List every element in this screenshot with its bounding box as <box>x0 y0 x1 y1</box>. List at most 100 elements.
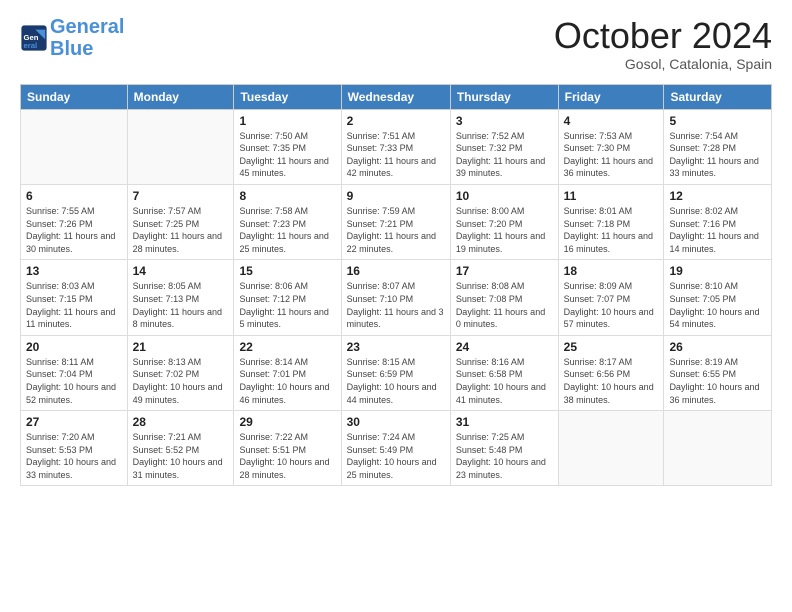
calendar-cell: 5Sunrise: 7:54 AM Sunset: 7:28 PM Daylig… <box>664 109 772 184</box>
day-info: Sunrise: 8:10 AM Sunset: 7:05 PM Dayligh… <box>669 280 766 330</box>
day-info: Sunrise: 8:00 AM Sunset: 7:20 PM Dayligh… <box>456 205 553 255</box>
calendar-cell: 18 Sunrise: 8:09 AM Sunset: 7:07 PM Dayli… <box>558 260 664 335</box>
day-info: Sunrise: 7:55 AM Sunset: 7:26 PM Dayligh… <box>26 205 122 255</box>
day-info: Sunrise: 7:50 AM Sunset: 7:35 PM Dayligh… <box>239 130 335 180</box>
calendar-cell: 24 Sunrise: 8:16 AM Sunset: 6:58 PM Dayli… <box>450 335 558 410</box>
day-info: Sunrise: 7:51 AM Sunset: 7:33 PM Dayligh… <box>347 130 445 180</box>
day-info: Sunrise: 8:01 AM Sunset: 7:18 PM Dayligh… <box>564 205 659 255</box>
day-info: Sunrise: 8:14 AM Sunset: 7:01 PM Dayligh… <box>239 356 335 406</box>
day-number: 31 <box>456 415 553 429</box>
calendar-cell: 1 Sunrise: 7:50 AM Sunset: 7:35 PM Daylig… <box>234 109 341 184</box>
header: Gen eral General Blue October 2024 Gosol… <box>20 16 772 72</box>
day-info: Sunrise: 8:05 AM Sunset: 7:13 PM Dayligh… <box>133 280 229 330</box>
day-number: 7 <box>133 189 229 203</box>
calendar-week-3: 13 Sunrise: 8:03 AM Sunset: 7:15 PM Dayli… <box>21 260 772 335</box>
day-number: 18 <box>564 264 659 278</box>
calendar-cell: 26 Sunrise: 8:19 AM Sunset: 6:55 PM Dayli… <box>664 335 772 410</box>
day-number: 16 <box>347 264 445 278</box>
calendar-cell: 29 Sunrise: 7:22 AM Sunset: 5:51 PM Dayli… <box>234 411 341 486</box>
day-info: Sunrise: 7:25 AM Sunset: 5:48 PM Dayligh… <box>456 431 553 481</box>
weekday-header-monday: Monday <box>127 84 234 109</box>
day-number: 27 <box>26 415 122 429</box>
calendar-cell: 19 Sunrise: 8:10 AM Sunset: 7:05 PM Dayli… <box>664 260 772 335</box>
calendar-cell <box>664 411 772 486</box>
day-number: 20 <box>26 340 122 354</box>
day-number: 22 <box>239 340 335 354</box>
day-info: Sunrise: 8:09 AM Sunset: 7:07 PM Dayligh… <box>564 280 659 330</box>
day-info: Sunrise: 7:57 AM Sunset: 7:25 PM Dayligh… <box>133 205 229 255</box>
day-info: Sunrise: 7:20 AM Sunset: 5:53 PM Dayligh… <box>26 431 122 481</box>
weekday-header-saturday: Saturday <box>664 84 772 109</box>
calendar-week-1: 1 Sunrise: 7:50 AM Sunset: 7:35 PM Daylig… <box>21 109 772 184</box>
weekday-header-wednesday: Wednesday <box>341 84 450 109</box>
day-number: 1 <box>239 114 335 128</box>
calendar-cell: 2 Sunrise: 7:51 AM Sunset: 7:33 PM Daylig… <box>341 109 450 184</box>
calendar-cell: 4Sunrise: 7:53 AM Sunset: 7:30 PM Daylig… <box>558 109 664 184</box>
calendar-cell: 27 Sunrise: 7:20 AM Sunset: 5:53 PM Dayli… <box>21 411 128 486</box>
day-number: 6 <box>26 189 122 203</box>
calendar-table: SundayMondayTuesdayWednesdayThursdayFrid… <box>20 84 772 487</box>
day-number: 30 <box>347 415 445 429</box>
day-info: Sunrise: 8:19 AM Sunset: 6:55 PM Dayligh… <box>669 356 766 406</box>
calendar-cell: 30 Sunrise: 7:24 AM Sunset: 5:49 PM Dayli… <box>341 411 450 486</box>
weekday-header-row: SundayMondayTuesdayWednesdayThursdayFrid… <box>21 84 772 109</box>
calendar-cell: 28Sunrise: 7:21 AM Sunset: 5:52 PM Dayli… <box>127 411 234 486</box>
logo-text: General Blue <box>50 16 124 60</box>
calendar-cell <box>127 109 234 184</box>
day-number: 21 <box>133 340 229 354</box>
day-number: 25 <box>564 340 659 354</box>
weekday-header-tuesday: Tuesday <box>234 84 341 109</box>
day-info: Sunrise: 8:16 AM Sunset: 6:58 PM Dayligh… <box>456 356 553 406</box>
calendar-cell: 3 Sunrise: 7:52 AM Sunset: 7:32 PM Daylig… <box>450 109 558 184</box>
calendar-cell <box>558 411 664 486</box>
month-title: October 2024 <box>554 16 772 56</box>
day-number: 29 <box>239 415 335 429</box>
day-number: 26 <box>669 340 766 354</box>
day-info: Sunrise: 7:58 AM Sunset: 7:23 PM Dayligh… <box>239 205 335 255</box>
logo-line2: Blue <box>50 38 93 60</box>
location-subtitle: Gosol, Catalonia, Spain <box>554 56 772 72</box>
calendar-cell: 15Sunrise: 8:06 AM Sunset: 7:12 PM Dayli… <box>234 260 341 335</box>
day-number: 8 <box>239 189 335 203</box>
day-info: Sunrise: 8:07 AM Sunset: 7:10 PM Dayligh… <box>347 280 445 330</box>
calendar-cell: 14 Sunrise: 8:05 AM Sunset: 7:13 PM Dayli… <box>127 260 234 335</box>
day-info: Sunrise: 8:06 AM Sunset: 7:12 PM Dayligh… <box>239 280 335 330</box>
day-info: Sunrise: 7:52 AM Sunset: 7:32 PM Dayligh… <box>456 130 553 180</box>
weekday-header-thursday: Thursday <box>450 84 558 109</box>
day-number: 19 <box>669 264 766 278</box>
day-number: 9 <box>347 189 445 203</box>
day-number: 13 <box>26 264 122 278</box>
calendar-week-4: 20 Sunrise: 8:11 AM Sunset: 7:04 PM Dayli… <box>21 335 772 410</box>
calendar-cell: 25Sunrise: 8:17 AM Sunset: 6:56 PM Dayli… <box>558 335 664 410</box>
logo-line1: General <box>50 16 124 38</box>
title-block: October 2024 Gosol, Catalonia, Spain <box>554 16 772 72</box>
day-info: Sunrise: 7:22 AM Sunset: 5:51 PM Dayligh… <box>239 431 335 481</box>
day-number: 5 <box>669 114 766 128</box>
day-number: 17 <box>456 264 553 278</box>
calendar-cell: 9 Sunrise: 7:59 AM Sunset: 7:21 PM Daylig… <box>341 184 450 259</box>
calendar-cell: 23Sunrise: 8:15 AM Sunset: 6:59 PM Dayli… <box>341 335 450 410</box>
day-number: 2 <box>347 114 445 128</box>
day-info: Sunrise: 8:03 AM Sunset: 7:15 PM Dayligh… <box>26 280 122 330</box>
calendar-cell: 11Sunrise: 8:01 AM Sunset: 7:18 PM Dayli… <box>558 184 664 259</box>
day-number: 3 <box>456 114 553 128</box>
weekday-header-friday: Friday <box>558 84 664 109</box>
day-number: 14 <box>133 264 229 278</box>
calendar-cell <box>21 109 128 184</box>
day-info: Sunrise: 8:02 AM Sunset: 7:16 PM Dayligh… <box>669 205 766 255</box>
calendar-cell: 10Sunrise: 8:00 AM Sunset: 7:20 PM Dayli… <box>450 184 558 259</box>
calendar-page: Gen eral General Blue October 2024 Gosol… <box>0 0 792 612</box>
day-info: Sunrise: 7:59 AM Sunset: 7:21 PM Dayligh… <box>347 205 445 255</box>
day-info: Sunrise: 8:15 AM Sunset: 6:59 PM Dayligh… <box>347 356 445 406</box>
day-info: Sunrise: 7:21 AM Sunset: 5:52 PM Dayligh… <box>133 431 229 481</box>
day-info: Sunrise: 8:11 AM Sunset: 7:04 PM Dayligh… <box>26 356 122 406</box>
day-info: Sunrise: 8:08 AM Sunset: 7:08 PM Dayligh… <box>456 280 553 330</box>
calendar-cell: 20 Sunrise: 8:11 AM Sunset: 7:04 PM Dayli… <box>21 335 128 410</box>
day-info: Sunrise: 7:24 AM Sunset: 5:49 PM Dayligh… <box>347 431 445 481</box>
calendar-cell: 31 Sunrise: 7:25 AM Sunset: 5:48 PM Dayli… <box>450 411 558 486</box>
day-number: 24 <box>456 340 553 354</box>
calendar-week-2: 6 Sunrise: 7:55 AM Sunset: 7:26 PM Daylig… <box>21 184 772 259</box>
logo: Gen eral General Blue <box>20 16 124 60</box>
calendar-cell: 22 Sunrise: 8:14 AM Sunset: 7:01 PM Dayli… <box>234 335 341 410</box>
day-info: Sunrise: 8:13 AM Sunset: 7:02 PM Dayligh… <box>133 356 229 406</box>
